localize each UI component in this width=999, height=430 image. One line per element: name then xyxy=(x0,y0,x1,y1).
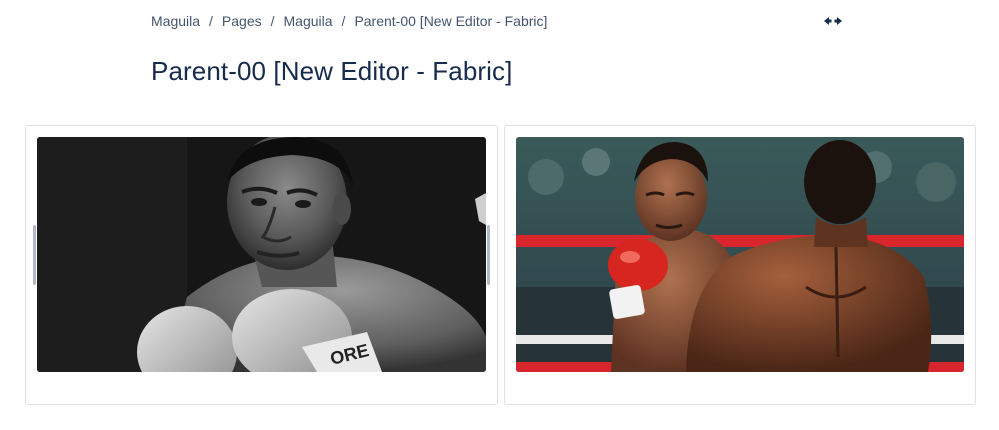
media-image-bw-boxer[interactable]: ORE xyxy=(37,137,486,372)
breadcrumb-item-space[interactable]: Maguila xyxy=(151,13,200,29)
breadcrumb: Maguila / Pages / Maguila / Parent-00 [N… xyxy=(151,13,547,29)
breadcrumb-item-pages[interactable]: Pages xyxy=(222,13,262,29)
layout-column-left[interactable]: ORE xyxy=(25,125,498,405)
full-width-toggle-button[interactable] xyxy=(822,14,844,30)
breadcrumb-separator: / xyxy=(209,13,213,29)
page-title[interactable]: Parent-00 [New Editor - Fabric] xyxy=(151,56,512,87)
expand-width-icon xyxy=(823,13,843,31)
boxer-photo-color xyxy=(516,137,964,372)
media-resize-handle-right[interactable] xyxy=(487,225,490,285)
breadcrumb-item-parent[interactable]: Maguila xyxy=(284,13,333,29)
boxer-photo-bw: ORE xyxy=(37,137,486,372)
breadcrumb-separator: / xyxy=(341,13,346,29)
breadcrumb-item-current[interactable]: Parent-00 [New Editor - Fabric] xyxy=(354,13,547,29)
media-image-color-boxers[interactable] xyxy=(516,137,964,372)
media-resize-handle-left[interactable] xyxy=(33,225,36,285)
breadcrumb-separator: / xyxy=(270,13,275,29)
layout-column-right[interactable] xyxy=(504,125,976,405)
confluence-page: Maguila / Pages / Maguila / Parent-00 [N… xyxy=(0,0,999,430)
